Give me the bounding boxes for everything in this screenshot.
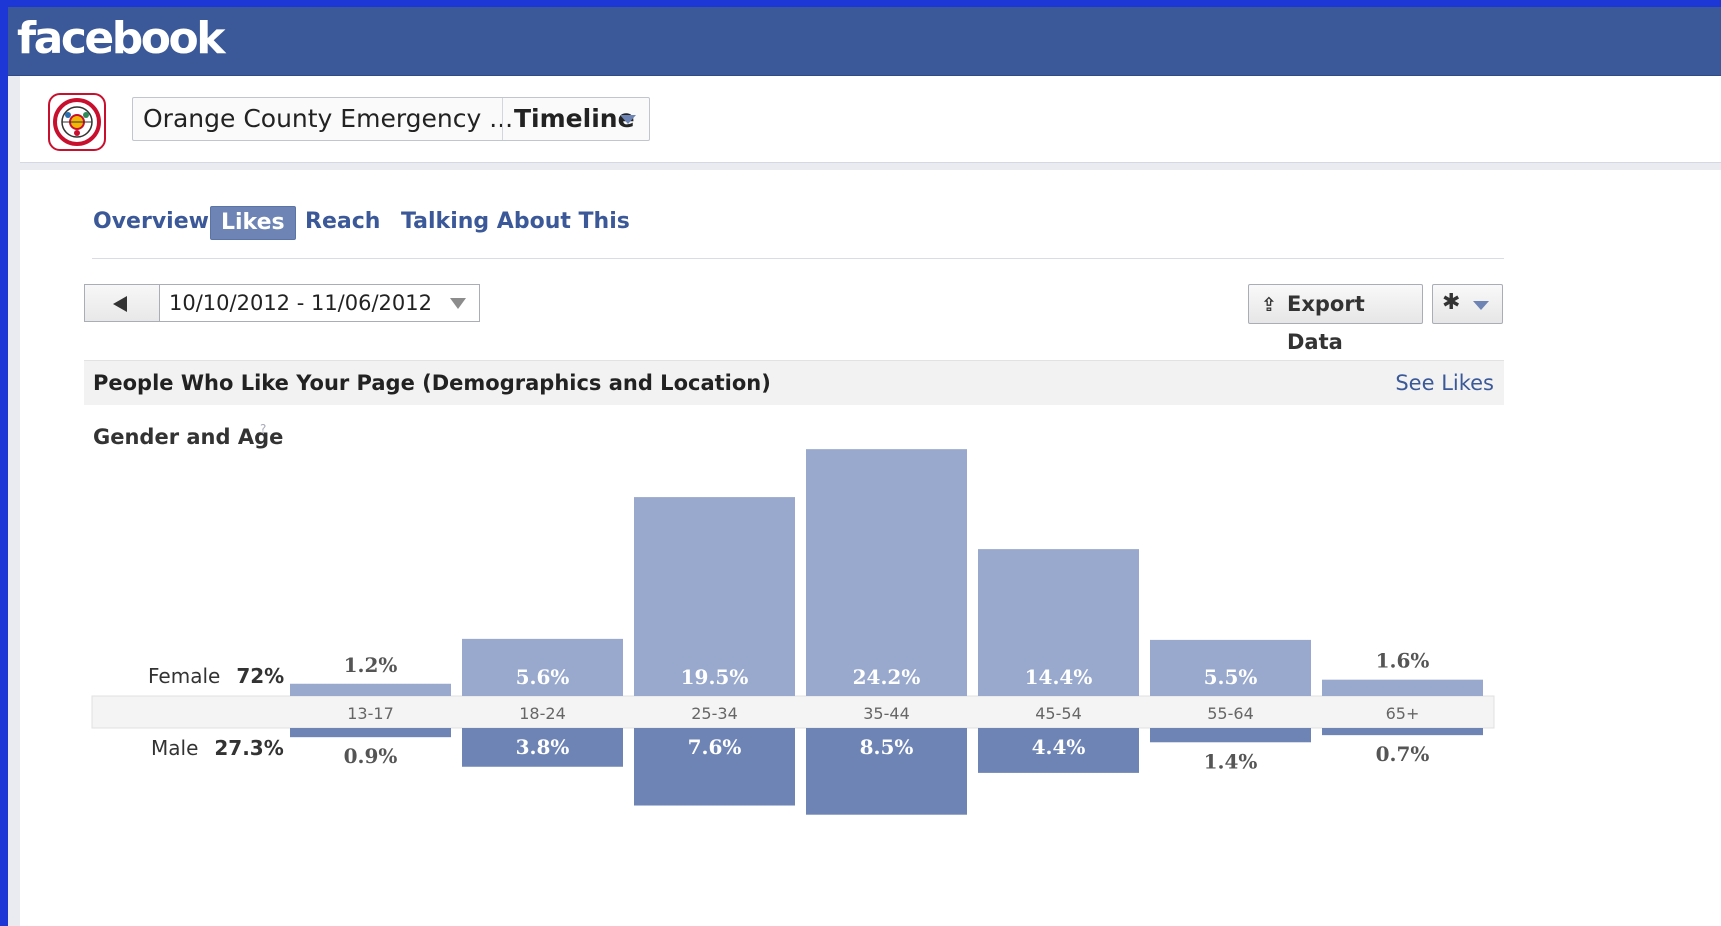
insights-tabs: Overview Likes Reach Talking About This <box>20 170 1721 270</box>
page-avatar[interactable] <box>48 93 106 151</box>
gear-icon: ✱ <box>1442 290 1461 315</box>
male-bar-13-17 <box>290 728 451 738</box>
page-selector[interactable]: Orange County Emergency ... Timeline <box>132 97 650 141</box>
male-value-label: 1.4% <box>1204 749 1258 773</box>
timeline-link[interactable]: Timeline <box>514 98 635 140</box>
date-range-select[interactable]: 10/10/2012 - 11/06/2012 <box>160 284 480 322</box>
tab-overview[interactable]: Overview <box>93 206 209 238</box>
age-tick-label: 25-34 <box>691 704 738 723</box>
settings-dropdown-button[interactable]: ✱ <box>1432 284 1503 324</box>
facebook-logo[interactable]: facebook <box>17 13 225 64</box>
tab-reach[interactable]: Reach <box>305 206 380 238</box>
facebook-top-bar: facebook <box>8 7 1721 76</box>
female-bar-35-44 <box>806 449 967 696</box>
previous-period-button[interactable] <box>84 284 160 322</box>
section-header: People Who Like Your Page (Demographics … <box>84 360 1504 405</box>
male-bar-55-64 <box>1150 728 1311 743</box>
female-bar-65+ <box>1322 679 1483 696</box>
male-value-label: 0.9% <box>344 744 398 768</box>
arrow-left-icon <box>113 296 127 312</box>
upload-icon: ⇪ <box>1261 294 1277 316</box>
age-tick-label: 13-17 <box>347 704 394 723</box>
female-value-label: 5.5% <box>1204 665 1258 689</box>
tab-talking-about-this[interactable]: Talking About This <box>401 206 630 238</box>
female-bar-13-17 <box>290 683 451 696</box>
page-header: Orange County Emergency ... Timeline <box>20 76 1721 163</box>
chart-svg: 1.2% 0.9% 13-17 5.6% 3.8% 18-24 19.5% 7.6% 25-34… <box>91 449 1495 815</box>
male-value-label: 3.8% <box>516 735 570 759</box>
emergency-seal-icon <box>53 98 101 146</box>
browser-frame: facebook Orange County Emergency ... Tim… <box>8 7 1721 926</box>
see-likes-link[interactable]: See Likes <box>1395 361 1494 405</box>
male-value-label: 7.6% <box>688 735 742 759</box>
male-value-label: 4.4% <box>1032 735 1086 759</box>
export-data-button[interactable]: ⇪ Export Data <box>1248 284 1423 354</box>
age-tick-label: 65+ <box>1386 704 1420 723</box>
date-range-value: 10/10/2012 - 11/06/2012 <box>169 291 433 315</box>
female-value-label: 1.6% <box>1376 649 1430 673</box>
tab-likes[interactable]: Likes <box>210 206 296 240</box>
export-data-label: Export Data <box>1287 292 1365 354</box>
gender-age-chart: Female 72% Male 27.3% 1.2% 0.9% 13-17 5.6% 3.8… <box>20 440 1721 840</box>
male-bar-65+ <box>1322 728 1483 736</box>
chevron-down-icon[interactable] <box>620 115 636 124</box>
divider <box>502 98 503 140</box>
age-tick-label: 45-54 <box>1035 704 1082 723</box>
page-name: Orange County Emergency ... <box>143 104 514 133</box>
male-value-label: 0.7% <box>1376 742 1430 766</box>
female-value-label: 24.2% <box>853 665 921 689</box>
age-tick-label: 18-24 <box>519 704 566 723</box>
help-icon[interactable]: ? <box>260 422 266 436</box>
divider <box>92 258 1504 259</box>
insights-panel: Overview Likes Reach Talking About This … <box>20 170 1721 926</box>
age-tick-label: 35-44 <box>863 704 910 723</box>
female-value-label: 14.4% <box>1025 665 1093 689</box>
female-value-label: 19.5% <box>681 665 749 689</box>
age-tick-label: 55-64 <box>1207 704 1254 723</box>
female-value-label: 5.6% <box>516 665 570 689</box>
female-value-label: 1.2% <box>344 653 398 677</box>
chevron-down-icon <box>450 298 466 309</box>
male-value-label: 8.5% <box>860 735 914 759</box>
section-title: People Who Like Your Page (Demographics … <box>93 371 771 395</box>
chevron-down-icon <box>1473 301 1489 310</box>
age-axis-band <box>91 695 1495 729</box>
